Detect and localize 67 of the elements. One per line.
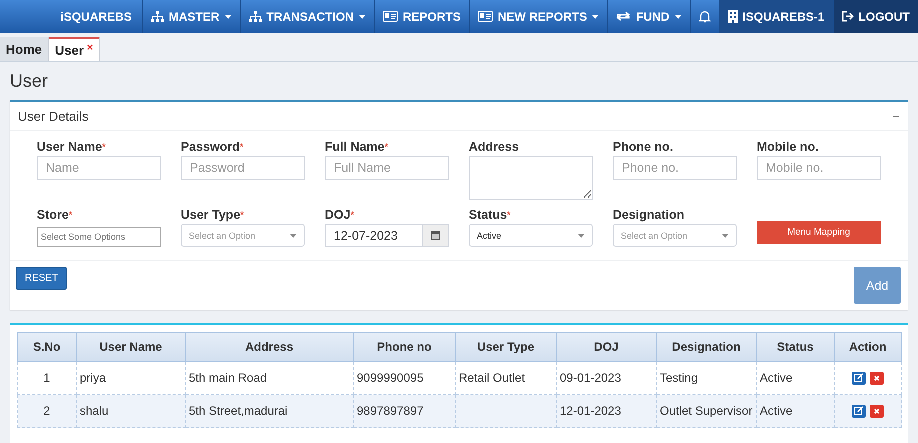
field-label: Address: [469, 139, 520, 156]
add-button[interactable]: Add: [854, 267, 901, 304]
page-tab[interactable]: Home: [0, 37, 50, 61]
nav-menu-item[interactable]: MASTER: [142, 0, 240, 33]
calendar-icon: [431, 231, 440, 240]
column-header: Status: [756, 332, 834, 362]
id-card-icon: [382, 11, 398, 22]
calendar-button[interactable]: [422, 225, 448, 246]
text-input[interactable]: Phone no.: [613, 156, 737, 180]
text-input[interactable]: Password: [181, 156, 305, 180]
text-input[interactable]: Name: [37, 156, 161, 180]
caret-icon: [578, 234, 585, 238]
nav-menu-item[interactable]: FUND: [607, 0, 690, 33]
table-cell: shalu: [76, 394, 186, 428]
edit-button[interactable]: [852, 405, 866, 418]
table-cell: 2: [18, 394, 76, 428]
column-header: Address: [186, 332, 354, 362]
table-cell: 9897897897: [354, 394, 456, 428]
sitemap-icon: [150, 10, 164, 22]
page-title: User: [10, 71, 48, 92]
multi-select-field[interactable]: Select Some Options: [37, 227, 161, 247]
nav-menu-item[interactable]: NEW REPORTS: [468, 0, 608, 33]
column-header: Designation: [656, 332, 756, 362]
brand-name: iSQUAREBS: [60, 8, 133, 26]
column-header: S.No: [18, 332, 76, 362]
edit-icon: [852, 372, 866, 386]
caret-icon: [722, 234, 729, 238]
field-label: Phone no.: [613, 139, 674, 156]
nav-menu-item[interactable]: TRANSACTION: [240, 0, 374, 33]
column-header: User Type: [456, 332, 556, 362]
date-field[interactable]: 12-07-2023: [325, 224, 449, 247]
menu-mapping-button[interactable]: Menu Mapping: [757, 221, 881, 244]
logout-icon: [842, 11, 854, 22]
table-cell: Active: [756, 394, 834, 428]
delete-button[interactable]: [870, 372, 884, 386]
select-dropdown[interactable]: Select an Option: [181, 224, 305, 247]
column-header: Action: [834, 332, 902, 362]
text-input[interactable]: Full Name: [325, 156, 449, 180]
building-icon: [728, 10, 738, 23]
field-label: Designation: [613, 207, 685, 224]
column-header: Phone no: [354, 332, 456, 362]
select-dropdown[interactable]: Select an Option: [613, 224, 737, 247]
text-input[interactable]: Mobile no.: [757, 156, 881, 180]
table-cell: 5th Street,madurai: [186, 394, 354, 428]
caret-icon: [290, 234, 297, 238]
column-header: DOJ: [556, 332, 656, 362]
delete-button[interactable]: [870, 405, 884, 418]
field-label: Mobile no.: [757, 139, 819, 156]
address-input[interactable]: [469, 156, 593, 200]
nav-menu-item[interactable]: REPORTS: [374, 0, 469, 33]
close-tab-button[interactable]: ×: [87, 42, 94, 54]
edit-button[interactable]: [852, 372, 866, 386]
table-cell: Outlet Supervisor: [656, 394, 756, 428]
reset-button[interactable]: RESET: [16, 267, 68, 290]
edit-icon: [852, 405, 866, 418]
sitemap-icon: [248, 10, 262, 22]
exchange-icon: [616, 11, 632, 22]
panel-title: User Details: [18, 108, 89, 124]
bell-icon: [698, 10, 711, 23]
account-menu[interactable]: ISQUAREBS-1: [718, 0, 833, 33]
select-dropdown[interactable]: Active: [469, 224, 593, 247]
logout-button[interactable]: LOGOUT: [832, 0, 918, 33]
collapse-button[interactable]: −: [892, 108, 900, 124]
id-card-icon: [478, 11, 493, 22]
column-header: User Name: [76, 332, 186, 362]
page-tab[interactable]: User ×: [49, 37, 100, 61]
table-cell: 12-01-2023: [556, 394, 656, 428]
